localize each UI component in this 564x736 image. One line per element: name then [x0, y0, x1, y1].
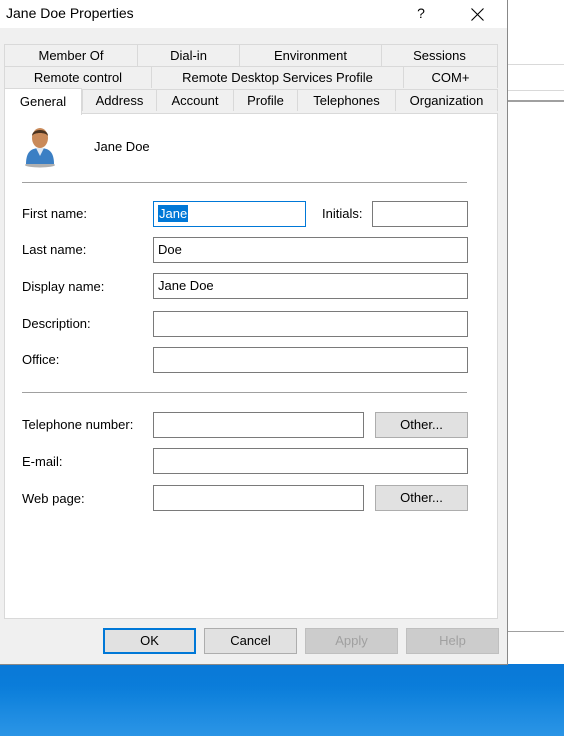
description-label: Description:	[22, 316, 91, 331]
telephone-other-button[interactable]: Other...	[375, 412, 468, 438]
office-label: Office:	[22, 352, 60, 367]
user-display-name: Jane Doe	[94, 139, 150, 154]
web-page-field[interactable]	[153, 485, 364, 511]
first-name-label: First name:	[22, 206, 88, 221]
tab-account[interactable]: Account	[156, 89, 234, 111]
tab-remote-desktop-services-profile[interactable]: Remote Desktop Services Profile	[151, 66, 404, 88]
background-divider	[508, 64, 564, 65]
help-button[interactable]: Help	[406, 628, 499, 654]
divider	[22, 392, 467, 394]
properties-dialog: Jane Doe Properties ? Member Of Dial-in …	[0, 0, 508, 665]
telephone-label: Telephone number:	[22, 417, 134, 432]
tab-member-of[interactable]: Member Of	[4, 44, 138, 66]
tab-sessions[interactable]: Sessions	[381, 44, 498, 66]
telephone-field[interactable]	[153, 412, 364, 438]
close-icon	[471, 8, 484, 21]
initials-label: Initials:	[322, 206, 363, 221]
first-name-field[interactable]: Jane	[153, 201, 306, 227]
apply-button[interactable]: Apply	[305, 628, 398, 654]
tab-com-plus[interactable]: COM+	[403, 66, 498, 88]
web-page-label: Web page:	[22, 491, 85, 506]
last-name-field[interactable]: Doe	[153, 237, 468, 263]
help-icon[interactable]: ?	[404, 0, 438, 28]
tab-organization[interactable]: Organization	[395, 89, 498, 111]
desktop-background	[0, 664, 564, 736]
tab-dial-in[interactable]: Dial-in	[137, 44, 240, 66]
tab-profile[interactable]: Profile	[233, 89, 298, 111]
tab-general[interactable]: General	[4, 88, 82, 115]
office-field[interactable]	[153, 347, 468, 373]
tab-environment[interactable]: Environment	[239, 44, 382, 66]
tab-telephones[interactable]: Telephones	[297, 89, 396, 111]
divider	[22, 182, 467, 184]
background-divider	[508, 90, 564, 91]
ok-button[interactable]: OK	[103, 628, 196, 654]
title-bar[interactable]: Jane Doe Properties ?	[0, 0, 507, 28]
display-name-label: Display name:	[22, 279, 105, 294]
background-divider	[508, 631, 564, 632]
email-field[interactable]	[153, 448, 468, 474]
cancel-button[interactable]: Cancel	[204, 628, 297, 654]
web-page-other-button[interactable]: Other...	[375, 485, 468, 511]
first-name-value: Jane	[158, 205, 189, 222]
window-title: Jane Doe Properties	[6, 5, 134, 21]
email-label: E-mail:	[22, 454, 63, 469]
tab-address[interactable]: Address	[82, 89, 157, 111]
initials-field[interactable]	[372, 201, 468, 227]
background-divider	[508, 100, 564, 102]
tab-remote-control[interactable]: Remote control	[4, 66, 152, 88]
description-field[interactable]	[153, 311, 468, 337]
display-name-field[interactable]: Jane Doe	[153, 273, 468, 299]
last-name-label: Last name:	[22, 242, 87, 257]
close-button[interactable]	[458, 0, 498, 28]
user-icon	[25, 128, 55, 168]
